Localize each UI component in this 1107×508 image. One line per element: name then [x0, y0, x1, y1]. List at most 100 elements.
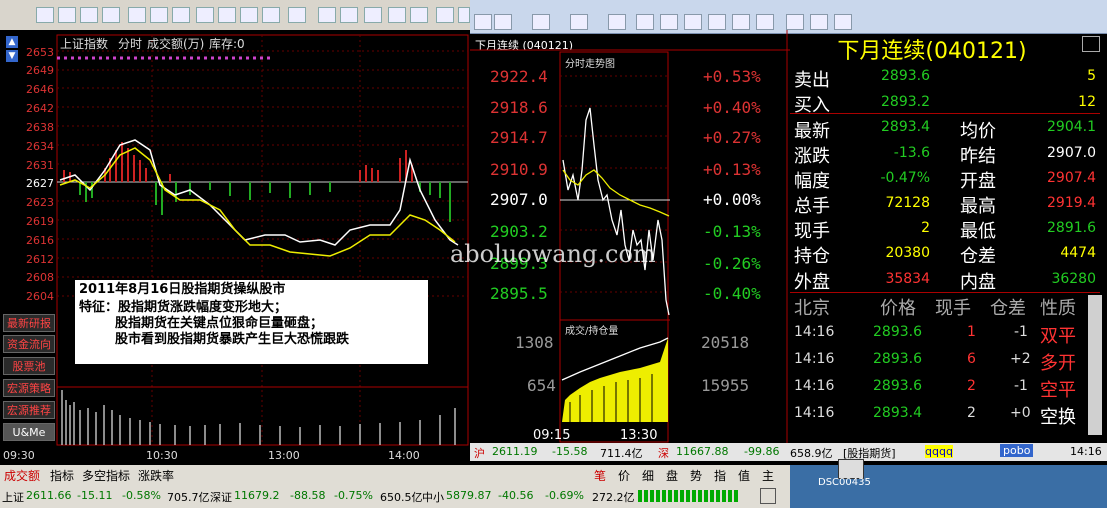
search-icon[interactable] [684, 14, 702, 30]
toolbar-icon[interactable] [218, 7, 236, 23]
stat-label: 昨结 [960, 146, 996, 167]
toolbar-icon[interactable] [410, 7, 428, 23]
tab-zhi[interactable]: 指 [714, 467, 726, 484]
trade-type: 多开 [1040, 353, 1076, 374]
percent-tick: -0.40% [703, 284, 761, 303]
hold-tick: 15955 [701, 376, 750, 395]
trade-type: 空换 [1040, 407, 1076, 428]
y-tick: 2638 [26, 121, 54, 134]
pencil-icon[interactable] [436, 7, 454, 23]
toolbar-icon[interactable] [458, 7, 470, 23]
toolbar-icon[interactable] [474, 14, 492, 30]
toolbar-icon[interactable] [288, 7, 306, 23]
toolbar-icon[interactable] [364, 7, 382, 23]
price-tick: 2910.9 [490, 160, 548, 179]
stat-label: 现手 [794, 221, 830, 242]
toolbar-icon[interactable] [636, 14, 654, 30]
toolbar-icon[interactable] [388, 7, 406, 23]
tab-indicator[interactable]: 指标 [50, 467, 74, 484]
toolbar-icon[interactable] [756, 14, 774, 30]
toolbar-icon[interactable] [708, 14, 726, 30]
stat-value: 4474 [1060, 245, 1096, 261]
alarm-icon[interactable] [786, 14, 804, 30]
stat-value: 35834 [885, 271, 930, 287]
toolbar-icon[interactable] [58, 7, 76, 23]
toolbar-icon[interactable] [240, 7, 258, 23]
tab-zhu[interactable]: 主 [762, 467, 774, 484]
stat-value: 36280 [1051, 271, 1096, 287]
side-button-ume[interactable]: U&Me [3, 423, 55, 441]
tab-volume[interactable]: 成交额 [4, 467, 40, 484]
toolbar-icon[interactable] [532, 14, 550, 30]
trade-diff: +0 [1010, 405, 1031, 421]
stat-label: 总手 [794, 196, 830, 217]
search-icon[interactable] [660, 14, 678, 30]
y-tick: 2619 [26, 215, 54, 228]
trade-time: 14:16 [794, 324, 835, 340]
status-zx-label: 中小 [422, 491, 444, 504]
close-icon[interactable] [1082, 36, 1100, 52]
y-tick: 2604 [26, 290, 54, 303]
tray-icon[interactable] [760, 488, 776, 504]
scrollbar[interactable] [1088, 295, 1102, 435]
status-sh-value: 2611.66 [26, 489, 72, 502]
chart-title: 分时走势图 [565, 59, 615, 70]
tab-xi[interactable]: 细 [642, 467, 654, 484]
toolbar-icon[interactable] [810, 14, 828, 30]
collapse-icon[interactable]: ▲ [6, 36, 18, 48]
qq-tag[interactable]: qqqq [925, 445, 953, 458]
side-button-fund-flow[interactable]: 资金流向 [3, 335, 55, 353]
status-sz-change: -88.58 [290, 489, 326, 502]
toolbar-icon[interactable] [150, 7, 168, 23]
toolbar-icon[interactable] [608, 14, 626, 30]
tab-bi[interactable]: 笔 [594, 467, 606, 484]
stat-value: -13.6 [893, 145, 930, 161]
ticker-time: 14:16 [1070, 445, 1102, 458]
side-button-stock-pool[interactable]: 股票池 [3, 357, 55, 375]
toolbar-icon[interactable] [102, 7, 120, 23]
stat-label: 仓差 [960, 246, 996, 267]
pobo-logo[interactable]: pobo [1000, 444, 1034, 457]
trade-diff: +2 [1010, 351, 1031, 367]
sh-label: 沪 [474, 447, 485, 460]
side-button-strategy[interactable]: 宏源策略 [3, 379, 55, 397]
side-button-recommend[interactable]: 宏源推荐 [3, 401, 55, 419]
toolbar-icon[interactable] [340, 7, 358, 23]
toolbar-icon[interactable] [128, 7, 146, 23]
chart-mode[interactable]: 分时 [118, 35, 142, 52]
sz-change: -99.86 [744, 445, 780, 458]
volume-title: 成交/持仓量 [565, 326, 619, 337]
toolbar-icon[interactable] [196, 7, 214, 23]
side-button-research[interactable]: 最新研报 [3, 314, 55, 332]
image-file-icon[interactable] [838, 459, 864, 479]
percent-tick: +0.27% [703, 128, 761, 147]
expand-icon[interactable]: ▼ [6, 50, 18, 62]
toolbar-icon[interactable] [570, 14, 588, 30]
tab-advance[interactable]: 涨跌率 [138, 467, 174, 484]
trade-price: 2893.4 [873, 405, 922, 421]
tab-pan[interactable]: 盘 [666, 467, 678, 484]
toolbar-icon[interactable] [318, 7, 336, 23]
tab-longshort[interactable]: 多空指标 [82, 467, 130, 484]
toolbar-icon[interactable] [80, 7, 98, 23]
breadth-bar [638, 490, 738, 502]
index-name: 上证指数 [60, 37, 109, 51]
price-tick: 2903.2 [490, 222, 548, 241]
x-tick: 13:00 [268, 449, 300, 462]
stat-label: 内盘 [960, 272, 996, 293]
desktop-icon-label[interactable]: DSC00435 [818, 477, 871, 488]
status-zx-change: -40.56 [498, 489, 534, 502]
toolbar-icon[interactable] [36, 7, 54, 23]
tab-zhi2[interactable]: 值 [738, 467, 750, 484]
tab-jia[interactable]: 价 [618, 467, 630, 484]
y-tick: 2627 [26, 177, 54, 190]
tab-shi[interactable]: 势 [690, 467, 702, 484]
toolbar-icon[interactable] [732, 14, 750, 30]
toolbar-icon[interactable] [834, 14, 852, 30]
toolbar-icon[interactable] [262, 7, 280, 23]
stat-label: 最高 [960, 196, 996, 217]
toolbar-icon[interactable] [172, 7, 190, 23]
left-chart-panel: ▲ ▼ [0, 30, 470, 465]
toolbar-icon[interactable] [494, 14, 512, 30]
vol-tick: 1308 [515, 333, 554, 352]
